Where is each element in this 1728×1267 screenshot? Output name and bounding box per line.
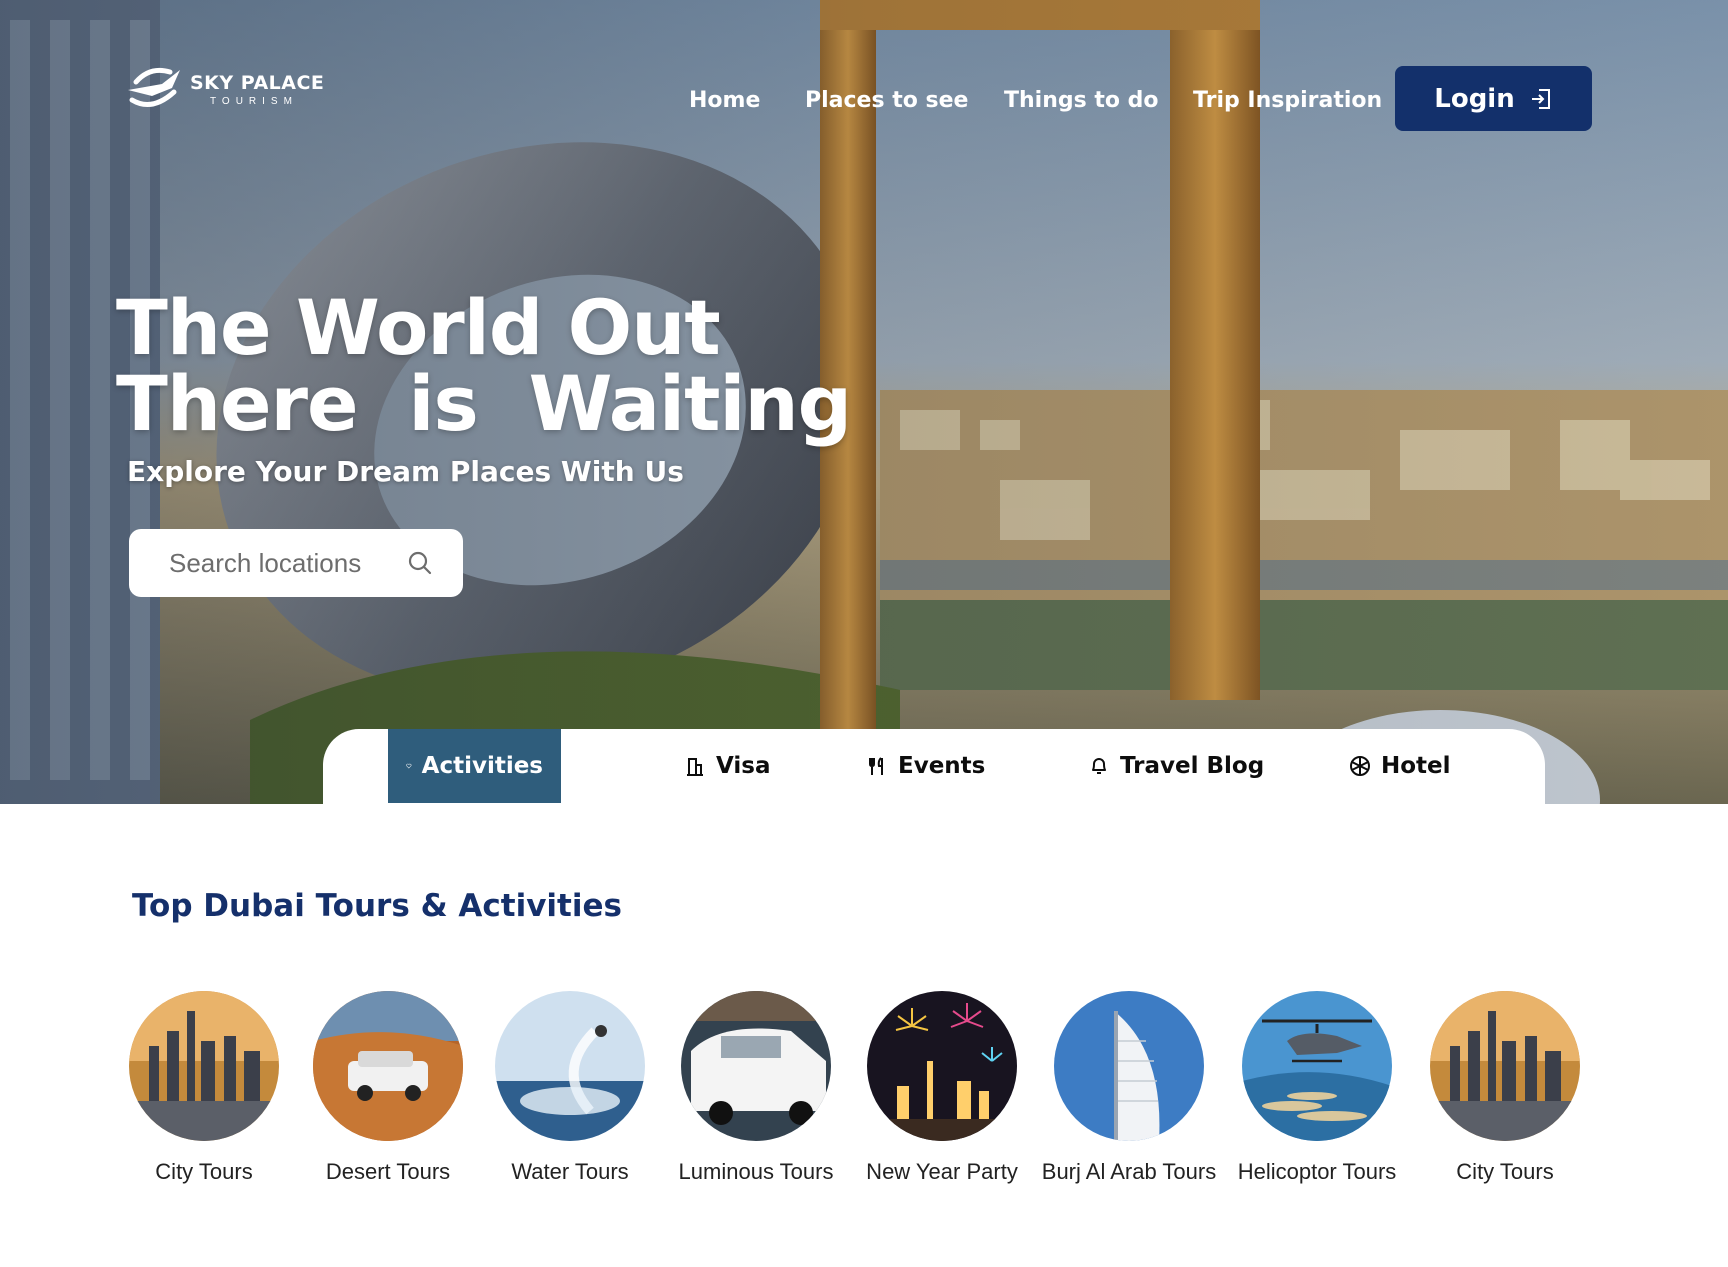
flyboard-water-image <box>495 991 645 1141</box>
section-title: Top Dubai Tours & Activities <box>132 888 622 924</box>
tab-label: Visa <box>716 753 771 779</box>
tour-label: Burj Al Arab Tours <box>1041 1159 1217 1184</box>
tour-image[interactable] <box>867 991 1017 1141</box>
tour-image[interactable] <box>1242 991 1392 1141</box>
nav-things-to-do[interactable]: Things to do <box>1004 88 1159 113</box>
tab-visa[interactable]: Visa <box>684 729 771 803</box>
tour-image[interactable] <box>1054 991 1204 1141</box>
heart-icon <box>406 763 412 769</box>
tour-label: Water Tours <box>511 1159 629 1184</box>
building-icon <box>687 758 703 776</box>
tab-label: Travel Blog <box>1120 753 1265 779</box>
tab-label: Events <box>898 753 986 779</box>
tab-label: Hotel <box>1381 753 1451 779</box>
search-input[interactable] <box>169 547 389 579</box>
utensils-icon <box>869 757 883 775</box>
white-limousine-image <box>681 991 831 1141</box>
tour-card-luminous-tours[interactable]: Luminous Tours <box>679 991 833 1184</box>
login-label: Login <box>1434 83 1515 114</box>
tour-card-burj-al-arab[interactable]: Burj Al Arab Tours <box>1042 991 1216 1184</box>
city-skyline-image <box>1430 991 1580 1141</box>
tab-label: Activities <box>421 753 543 779</box>
tour-label: Helicoptor Tours <box>1237 1159 1397 1184</box>
brand-logo[interactable]: SKY PALACE TOURISM <box>122 60 324 120</box>
tour-label: Luminous Tours <box>678 1159 834 1184</box>
nav-places-to-see[interactable]: Places to see <box>805 88 968 113</box>
tour-label: City Tours <box>1456 1159 1554 1184</box>
tour-label: Desert Tours <box>325 1159 451 1184</box>
tab-activities[interactable]: Activities <box>388 729 561 803</box>
helicopter-palm-image <box>1242 991 1392 1141</box>
tab-travel-blog[interactable]: Travel Blog <box>1088 729 1264 803</box>
nav-trip-inspiration[interactable]: Trip Inspiration <box>1193 88 1382 113</box>
tour-card-desert-tours[interactable]: Desert Tours <box>313 991 463 1184</box>
tour-image[interactable] <box>129 991 279 1141</box>
hero-headline: The World Out There is Waiting <box>116 283 852 448</box>
tour-image[interactable] <box>313 991 463 1141</box>
login-button[interactable]: Login <box>1395 66 1592 131</box>
tour-image[interactable] <box>681 991 831 1141</box>
login-icon <box>1531 88 1550 109</box>
category-tabbar: Activities Visa Events Travel Blog Hotel <box>323 729 1545 805</box>
desert-suv-image <box>313 991 463 1141</box>
tab-events[interactable]: Events <box>866 729 985 803</box>
nav-home[interactable]: Home <box>689 88 760 113</box>
tour-card-city-tours-2[interactable]: City Tours <box>1430 991 1580 1184</box>
search-box[interactable] <box>129 529 463 597</box>
tour-label: New Year Party <box>866 1159 1018 1184</box>
brand-tagline: TOURISM <box>210 95 298 107</box>
tour-card-city-tours[interactable]: City Tours <box>129 991 279 1184</box>
tour-label: City Tours <box>155 1159 253 1184</box>
hero-headline-line2: There is Waiting <box>116 359 852 448</box>
hero-subheadline: Explore Your Dream Places With Us <box>127 455 684 488</box>
tour-card-helicopter-tours[interactable]: Helicoptor Tours <box>1238 991 1396 1184</box>
fireworks-image <box>867 991 1017 1141</box>
tour-image[interactable] <box>495 991 645 1141</box>
burj-al-arab-image <box>1054 991 1204 1141</box>
tour-card-new-year-party[interactable]: New Year Party <box>866 991 1018 1184</box>
tour-card-water-tours[interactable]: Water Tours <box>495 991 645 1184</box>
tour-image[interactable] <box>1430 991 1580 1141</box>
tab-hotel[interactable]: Hotel <box>1349 729 1451 803</box>
wheel-icon <box>1350 756 1370 776</box>
search-icon[interactable] <box>407 550 433 576</box>
city-skyline-image <box>129 991 279 1141</box>
brand-name: SKY PALACE <box>190 71 325 94</box>
bell-icon <box>1092 758 1106 774</box>
plane-logo-icon <box>128 67 180 107</box>
hero-banner: SKY PALACE TOURISM Home Places to see Th… <box>0 0 1728 804</box>
hero-headline-line1: The World Out <box>116 283 721 372</box>
